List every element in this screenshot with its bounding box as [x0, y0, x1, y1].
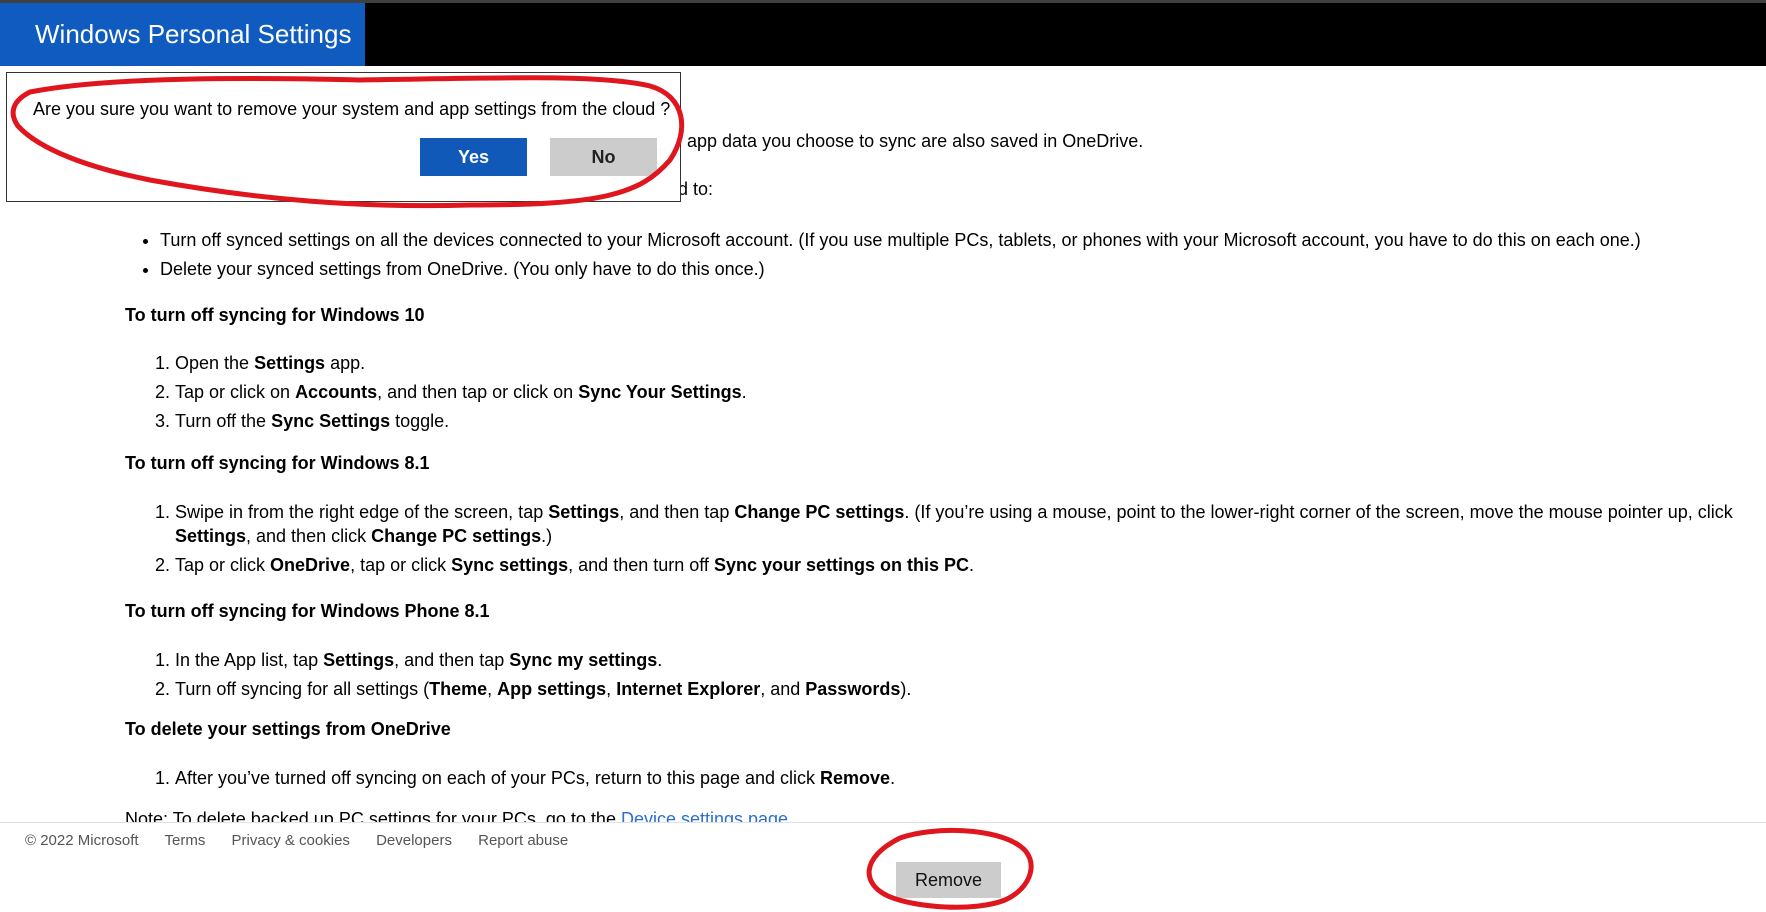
- footer-link-report-abuse[interactable]: Report abuse: [478, 832, 568, 849]
- list-item: Turn off synced settings on all the devi…: [160, 228, 1641, 257]
- yes-button[interactable]: Yes: [420, 138, 527, 176]
- note-text: Note: To delete backed up PC settings fo…: [125, 809, 788, 822]
- footer-link-terms[interactable]: Terms: [165, 832, 206, 849]
- list-item: Tap or click on Accounts, and then tap o…: [175, 380, 747, 404]
- steps-win81: Swipe in from the right edge of the scre…: [155, 500, 1765, 582]
- steps-wp81: In the App list, tap Settings, and then …: [155, 648, 911, 706]
- copyright-text: © 2022 Microsoft: [25, 832, 139, 849]
- remove-button[interactable]: Remove: [896, 862, 1001, 898]
- section-heading-win10: To turn off syncing for Windows 10: [125, 305, 425, 325]
- section-heading-delete: To delete your settings from OneDrive: [125, 719, 451, 739]
- list-item: In the App list, tap Settings, and then …: [175, 648, 911, 672]
- bullet-list: Turn off synced settings on all the devi…: [140, 228, 1641, 286]
- footer-link-privacy[interactable]: Privacy & cookies: [232, 832, 350, 849]
- list-item: Tap or click OneDrive, tap or click Sync…: [175, 553, 1765, 577]
- steps-win10: Open the Settings app. Tap or click on A…: [155, 351, 747, 438]
- device-settings-link[interactable]: Device settings page: [621, 809, 788, 822]
- dialog-message: Are you sure you want to remove your sys…: [33, 99, 671, 119]
- list-item: Turn off syncing for all settings (Theme…: [175, 677, 911, 701]
- list-item: After you’ve turned off syncing on each …: [175, 766, 895, 790]
- section-heading-win81: To turn off syncing for Windows 8.1: [125, 453, 430, 473]
- list-item: Swipe in from the right edge of the scre…: [175, 500, 1765, 548]
- list-item: Open the Settings app.: [175, 351, 747, 375]
- footer: © 2022 Microsoft Terms Privacy & cookies…: [25, 832, 590, 849]
- need-to-text-partial: d to:: [678, 179, 714, 199]
- section-heading-wp81: To turn off syncing for Windows Phone 8.…: [125, 601, 490, 621]
- footer-divider: [0, 822, 1766, 823]
- steps-delete: After you’ve turned off syncing on each …: [155, 766, 895, 795]
- footer-link-developers[interactable]: Developers: [376, 832, 452, 849]
- no-button[interactable]: No: [550, 138, 657, 176]
- intro-text-partial: l app data you choose to sync are also s…: [678, 131, 1144, 151]
- list-item: Turn off the Sync Settings toggle.: [175, 409, 747, 433]
- list-item: Delete your synced settings from OneDriv…: [160, 257, 1641, 286]
- confirm-dialog: Are you sure you want to remove your sys…: [6, 72, 681, 202]
